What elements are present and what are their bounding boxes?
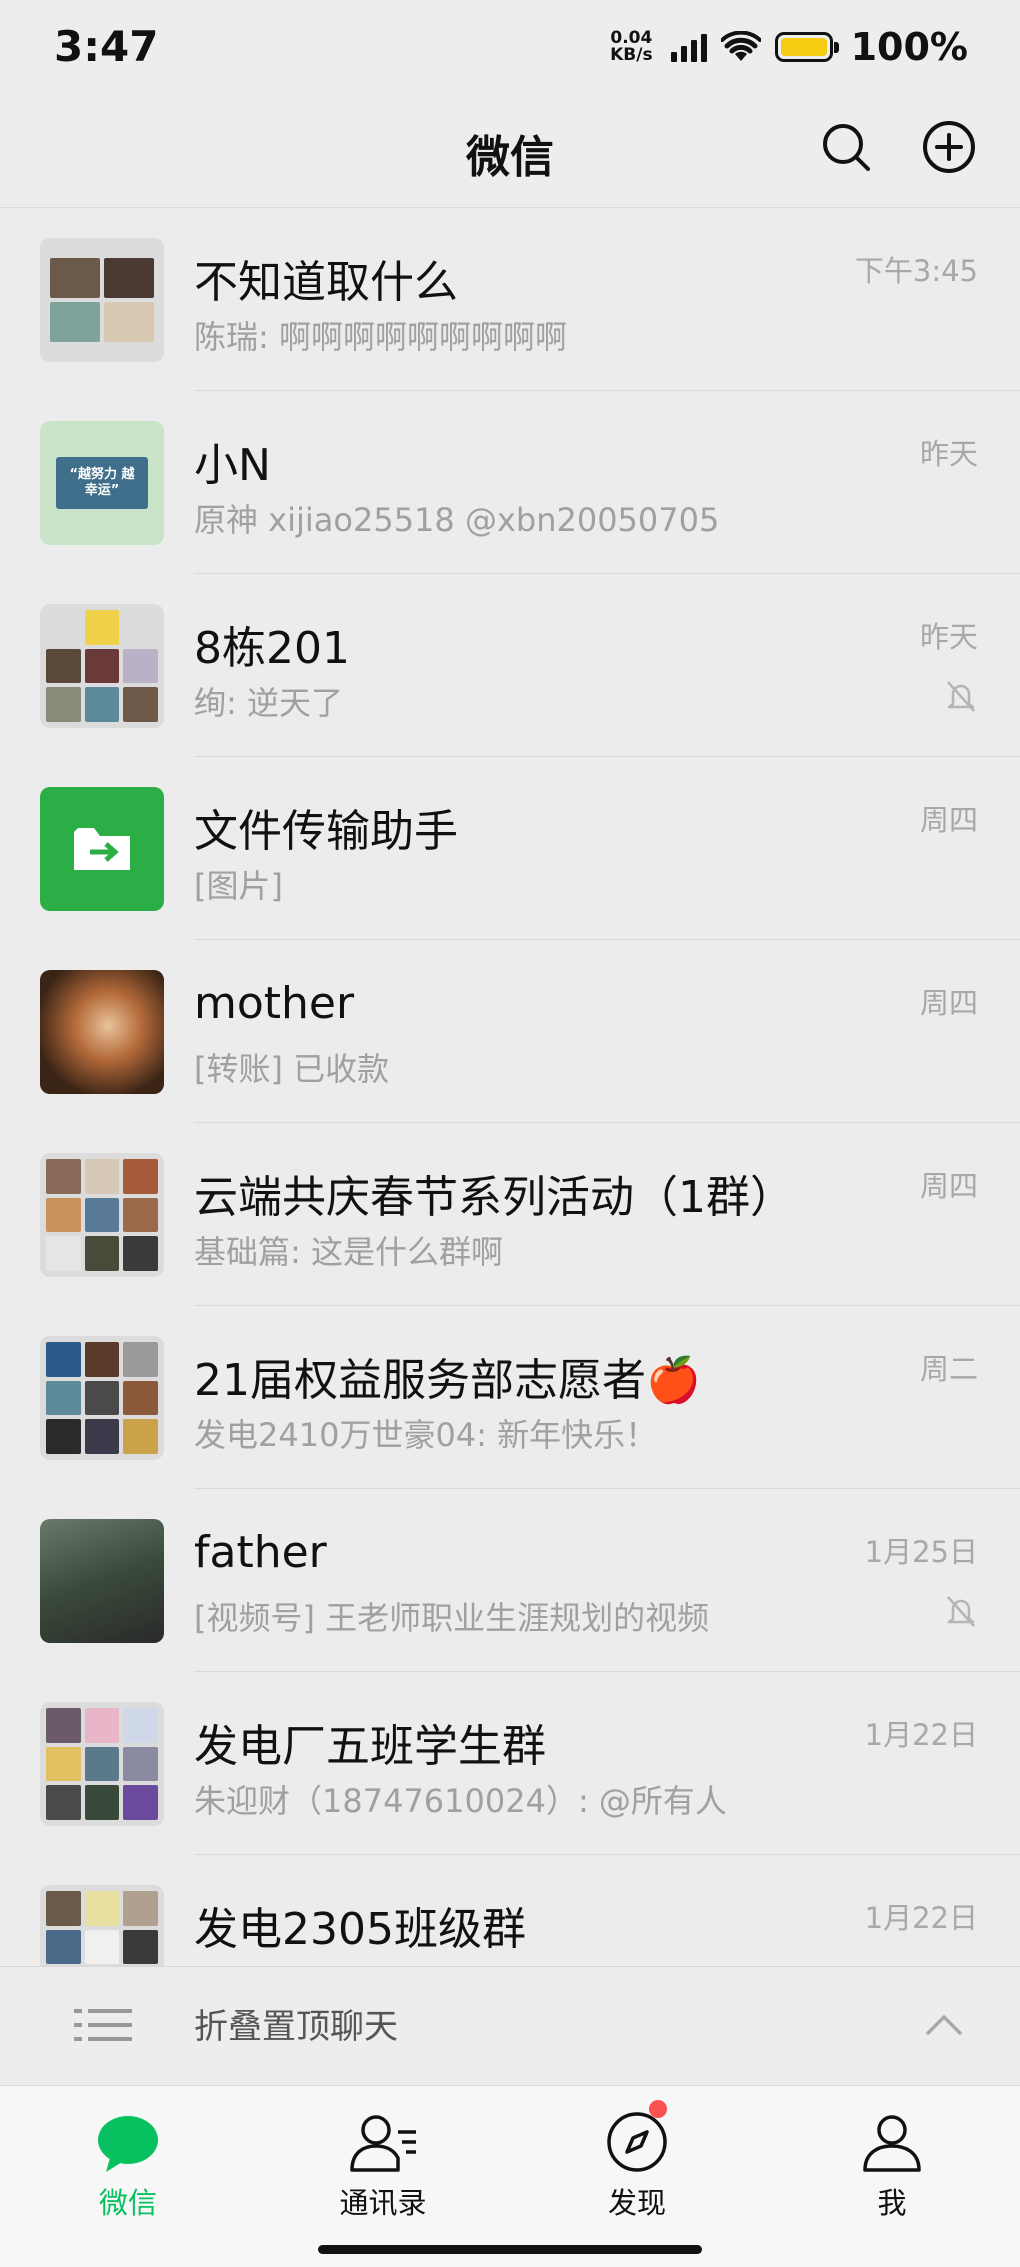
chevron-up-icon[interactable] bbox=[926, 2013, 962, 2035]
chat-row[interactable]: 云端共庆春节系列活动（1群） 基础篇: 这是什么群啊 周四 bbox=[0, 1123, 1020, 1306]
tab-contacts[interactable]: 通讯录 bbox=[303, 2104, 463, 2222]
chat-bubble-icon bbox=[98, 2116, 158, 2172]
mute-bell-icon bbox=[947, 1596, 975, 1627]
group-avatar bbox=[40, 1153, 164, 1277]
badge-dot bbox=[649, 2100, 667, 2118]
tab-me[interactable]: 我 bbox=[812, 2104, 972, 2222]
avatar bbox=[40, 970, 164, 1094]
chat-row[interactable]: 21届权益服务部志愿者🍎 发电2410万世豪04: 新年快乐！ 周二 bbox=[0, 1306, 1020, 1489]
group-avatar bbox=[40, 1336, 164, 1460]
avatar-slogan-card: “越努力 越幸运” bbox=[56, 457, 148, 509]
net-speed: 0.04 KB/s bbox=[610, 30, 652, 64]
group-avatar bbox=[40, 238, 164, 362]
group-avatar bbox=[40, 1702, 164, 1826]
chat-name: 文件传输助手 bbox=[194, 806, 458, 857]
chat-preview: 朱迎财（18747610024）: @所有人 bbox=[194, 1782, 727, 1820]
top-bar: 微信 bbox=[0, 95, 1020, 208]
chat-preview: [视频号] 王老师职业生涯规划的视频 bbox=[194, 1599, 710, 1637]
chat-name: 发电2305班级群 bbox=[194, 1904, 526, 1955]
chat-preview: 原神 xijiao25518 @xbn20050705 bbox=[194, 501, 720, 539]
chat-time: 昨天 bbox=[919, 620, 978, 654]
status-bar: 3:47 0.04 KB/s 100% bbox=[0, 0, 1020, 95]
group-avatar bbox=[40, 1885, 164, 1966]
chat-time: 1月25日 bbox=[864, 1535, 978, 1569]
status-time: 3:47 bbox=[54, 22, 159, 71]
chat-name: 发电厂五班学生群 bbox=[194, 1721, 546, 1772]
chat-name: 云端共庆春节系列活动（1群） bbox=[194, 1172, 794, 1223]
tab-label: 我 bbox=[877, 2186, 907, 2220]
list-icon bbox=[74, 2009, 132, 2041]
contacts-icon bbox=[350, 2115, 416, 2172]
person-icon bbox=[863, 2115, 921, 2172]
chat-preview: 陈瑞: 啊啊啊啊啊啊啊啊啊 bbox=[194, 318, 567, 356]
chat-name: 21届权益服务部志愿者🍎 bbox=[194, 1355, 701, 1406]
chat-time: 周四 bbox=[919, 803, 978, 837]
chat-row[interactable]: 8栋201 绚: 逆天了 昨天 bbox=[0, 574, 1020, 757]
tab-label: 微信 bbox=[98, 2186, 157, 2220]
chat-time: 昨天 bbox=[919, 437, 978, 471]
chat-row[interactable]: 不知道取什么 陈瑞: 啊啊啊啊啊啊啊啊啊 下午3:45 bbox=[0, 208, 1020, 391]
chat-name: mother bbox=[194, 978, 355, 1029]
add-button[interactable] bbox=[919, 117, 979, 177]
avatar-slogan: “越努力 越幸运” bbox=[69, 467, 135, 498]
chat-row[interactable]: mother [转账] 已收款 周四 bbox=[0, 940, 1020, 1123]
avatar: “越努力 越幸运” bbox=[40, 421, 164, 545]
chat-preview: 发电2410万世豪04: 新年快乐！ bbox=[194, 1416, 658, 1454]
chat-list: 不知道取什么 陈瑞: 啊啊啊啊啊啊啊啊啊 下午3:45 “越努力 越幸运” 小N… bbox=[0, 208, 1020, 1966]
chat-preview: 绚: 逆天了 bbox=[194, 684, 343, 722]
folder-arrow-icon bbox=[74, 828, 130, 870]
chat-preview: [图片] bbox=[194, 867, 283, 905]
avatar bbox=[40, 1519, 164, 1643]
chat-row[interactable]: 文件传输助手 [图片] 周四 bbox=[0, 757, 1020, 940]
chat-time: 周四 bbox=[919, 986, 978, 1020]
bottom-tab-bar: 微信 通讯录 发现 我 bbox=[0, 2085, 1020, 2267]
chat-preview: 基础篇: 这是什么群啊 bbox=[194, 1233, 503, 1271]
chat-time: 1月22日 bbox=[864, 1901, 978, 1935]
chat-name: 不知道取什么 bbox=[194, 257, 458, 308]
chat-name: father bbox=[194, 1527, 327, 1578]
chat-time: 1月22日 bbox=[864, 1718, 978, 1752]
wechat-screen: 3:47 0.04 KB/s 100% 微信 不知道取什么 陈瑞: 啊啊啊啊啊啊… bbox=[0, 0, 1020, 2267]
chat-row[interactable]: 发电厂五班学生群 朱迎财（18747610024）: @所有人 1月22日 bbox=[0, 1672, 1020, 1855]
home-indicator[interactable] bbox=[318, 2245, 702, 2254]
chat-row[interactable]: “越努力 越幸运” 小N 原神 xijiao25518 @xbn20050705… bbox=[0, 391, 1020, 574]
tab-label: 通讯录 bbox=[339, 2186, 427, 2220]
chat-preview: [转账] 已收款 bbox=[194, 1050, 390, 1088]
wifi-icon bbox=[720, 31, 761, 61]
search-icon bbox=[823, 124, 870, 171]
group-avatar bbox=[40, 604, 164, 728]
net-speed-unit: KB/s bbox=[610, 45, 653, 65]
chat-row[interactable]: 发电2305班级群 1月22日 bbox=[0, 1855, 1020, 1966]
file-helper-avatar bbox=[40, 787, 164, 911]
mute-bell-icon bbox=[947, 681, 975, 712]
tab-discover[interactable]: 发现 bbox=[557, 2100, 717, 2222]
fold-pinned-bar[interactable]: 折叠置顶聊天 bbox=[0, 1966, 1020, 2085]
chat-time: 下午3:45 bbox=[854, 254, 978, 288]
tab-chats[interactable]: 微信 bbox=[48, 2104, 208, 2222]
tab-label: 发现 bbox=[607, 2186, 666, 2220]
chat-time: 周二 bbox=[919, 1352, 978, 1386]
search-button[interactable] bbox=[816, 117, 876, 177]
plus-circle-icon bbox=[923, 121, 975, 173]
compass-icon bbox=[607, 2112, 667, 2172]
chat-row[interactable]: father [视频号] 王老师职业生涯规划的视频 1月25日 bbox=[0, 1489, 1020, 1672]
signal-icon bbox=[670, 32, 707, 62]
battery-icon bbox=[774, 32, 839, 62]
status-icons: 0.04 KB/s 100% bbox=[610, 22, 968, 72]
chat-name: 小N bbox=[194, 440, 271, 491]
chat-time: 周四 bbox=[919, 1169, 978, 1203]
fold-pinned-label: 折叠置顶聊天 bbox=[194, 2007, 398, 2047]
battery-percent: 100% bbox=[850, 25, 968, 69]
chat-name: 8栋201 bbox=[194, 623, 350, 674]
